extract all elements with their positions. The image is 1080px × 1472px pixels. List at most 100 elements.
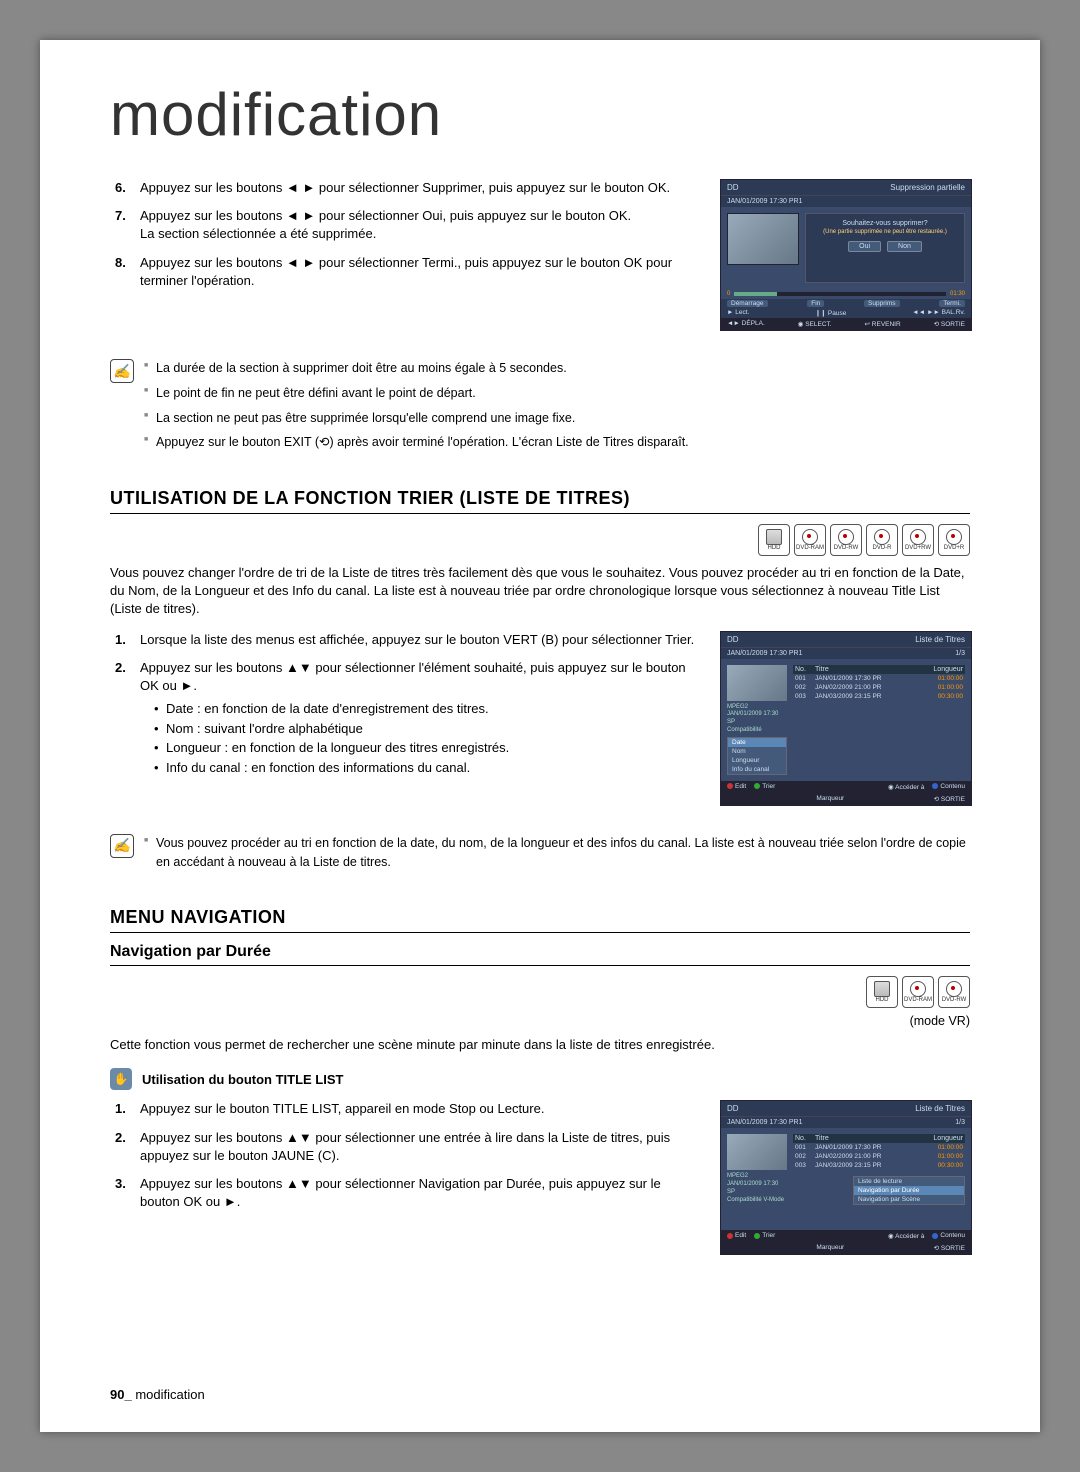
osd-fin[interactable]: Fin xyxy=(807,300,824,307)
step-6-text: Appuyez sur les boutons ◄ ► pour sélecti… xyxy=(140,180,670,195)
osd-pause: ❙❙ Pause xyxy=(815,309,846,317)
osd3-menu-liste[interactable]: Liste de lecture xyxy=(854,1177,964,1186)
osd-sortie: ⟲ SORTIE xyxy=(934,320,965,328)
osd3-side5b: V-Mode xyxy=(763,1197,784,1203)
osd3-side1: MPEG2 xyxy=(727,1173,787,1181)
trier-intro: Vous pouvez changer l'ordre de tri de la… xyxy=(110,564,970,619)
osd3-title: Liste de Titres xyxy=(915,1104,965,1113)
trier-step-2: Appuyez sur les boutons ▲▼ pour sélectio… xyxy=(140,659,700,777)
osd2-r1-long: 01:00:00 xyxy=(923,675,963,682)
osd-revenir: ↩ REVENIR xyxy=(865,320,901,328)
disc-dvdpr-icon: DVD+R xyxy=(938,524,970,556)
osd-dialog: Souhaitez-vous supprimer? (Une partie su… xyxy=(805,213,965,283)
disc-hdd-label: HDD xyxy=(768,545,781,551)
step-6: Appuyez sur les boutons ◄ ► pour sélecti… xyxy=(140,179,700,197)
osd3-row-1[interactable]: 001 JAN/01/2009 17:30 PR 01:00:00 xyxy=(793,1143,965,1152)
osd-yes-button[interactable]: Oui xyxy=(848,241,881,252)
osd3-side: MPEG2 JAN/01/2009 17:30 SP Compatibilité… xyxy=(727,1134,787,1224)
osd3-a-label: Edit xyxy=(735,1232,746,1239)
disc-hdd-label-2: HDD xyxy=(876,997,889,1003)
osd-liste-trier: DD Liste de Titres JAN/01/2009 17:30 PR1… xyxy=(720,631,972,806)
osd3-r3-titre: JAN/03/2009 23:15 PR xyxy=(815,1162,923,1169)
osd3-row-3[interactable]: 003 JAN/03/2009 23:15 PR 00:30:00 xyxy=(793,1161,965,1170)
steps-col: Appuyez sur les boutons ◄ ► pour sélecti… xyxy=(110,179,700,339)
osd2-row-2[interactable]: 002 JAN/02/2009 21:00 PR 01:00:00 xyxy=(793,683,965,692)
osd3-head-no: No. xyxy=(795,1135,815,1142)
osd2-acceder: ◉ Accéder à xyxy=(888,783,924,791)
osd3-row-2[interactable]: 002 JAN/02/2009 21:00 PR 01:00:00 xyxy=(793,1152,965,1161)
menu-step-2: Appuyez sur les boutons ▲▼ pour sélectio… xyxy=(140,1129,700,1165)
menu-steps: Appuyez sur le bouton TITLE LIST, appare… xyxy=(140,1100,700,1211)
step-7-subtext: La section sélectionnée a été supprimée. xyxy=(140,226,376,241)
menu-step-1-text: Appuyez sur le bouton TITLE LIST, appare… xyxy=(140,1101,544,1116)
osd-thumbnail xyxy=(727,213,799,265)
osd-no-button[interactable]: Non xyxy=(887,241,922,252)
osd-termi[interactable]: Termi. xyxy=(939,300,965,307)
osd2-spacer xyxy=(783,783,880,791)
menu-intro: Cette fonction vous permet de rechercher… xyxy=(110,1036,970,1054)
osd-progress: 0 01:30 xyxy=(721,289,971,299)
osd3-list: No. Titre Longueur 001 JAN/01/2009 17:30… xyxy=(793,1134,965,1224)
step-8: Appuyez sur les boutons ◄ ► pour sélecti… xyxy=(140,254,700,290)
osd-play-row: ► Lect. ❙❙ Pause ◄◄ ►► BAL.Rv. xyxy=(721,308,971,318)
osd2-menu-longueur[interactable]: Longueur xyxy=(728,756,786,765)
osd3-a: Edit xyxy=(727,1232,746,1240)
osd2-row-3[interactable]: 003 JAN/03/2009 23:15 PR 00:30:00 xyxy=(793,692,965,701)
osd-demarrage[interactable]: Démarrage xyxy=(727,300,768,307)
osd2-r3-no: 003 xyxy=(795,693,815,700)
osd3-acceder: ◉ Accéder à xyxy=(888,1232,924,1240)
osd3-menu-scene[interactable]: Navigation par Scène xyxy=(854,1195,964,1204)
osd-title: Suppression partielle xyxy=(890,183,965,192)
disc-dvdrw-label: DVD-RW xyxy=(834,545,859,551)
menu-steps-col: Appuyez sur le bouton TITLE LIST, appare… xyxy=(110,1100,700,1263)
osd3-body: MPEG2 JAN/01/2009 17:30 SP Compatibilité… xyxy=(721,1128,971,1230)
mode-vr-label: (mode VR) xyxy=(110,1014,970,1028)
menu-step-3: Appuyez sur les boutons ▲▼ pour sélectio… xyxy=(140,1175,700,1211)
osd2-marqueur: Marqueur xyxy=(816,795,844,803)
osd2-list-head: No. Titre Longueur xyxy=(793,665,965,674)
osd2-row-1[interactable]: 001 JAN/01/2009 17:30 PR 01:00:00 xyxy=(793,674,965,683)
disc-row-trier: HDD DVD-RAM DVD-RW DVD-R DVD+RW DVD+R xyxy=(110,524,970,556)
osd2-footer: Marqueur ⟲ SORTIE xyxy=(721,793,971,805)
osd2-side: MPEG2 JAN/01/2009 17:30 SP Compatibilité… xyxy=(727,665,787,775)
osd2-sortie: ⟲ SORTIE xyxy=(934,795,965,803)
page-title: modification xyxy=(110,80,970,149)
disc-dvdr-label: DVD-R xyxy=(873,545,892,551)
osd2-r2-long: 01:00:00 xyxy=(923,684,963,691)
page-footer-text: modification xyxy=(135,1387,204,1402)
osd-suppr[interactable]: Supprims xyxy=(864,300,899,307)
osd3-r1-titre: JAN/01/2009 17:30 PR xyxy=(815,1144,923,1151)
step-7-text: Appuyez sur les boutons ◄ ► pour sélecti… xyxy=(140,208,631,223)
osd-src: DD xyxy=(727,183,739,192)
osd3-sideinfo: MPEG2 JAN/01/2009 17:30 SP Compatibilité… xyxy=(727,1173,787,1204)
title-list-label: Utilisation du bouton TITLE LIST xyxy=(142,1072,343,1087)
osd2-body: MPEG2 JAN/01/2009 17:30 SP Compatibilité… xyxy=(721,659,971,781)
osd3-menu-duree[interactable]: Navigation par Durée xyxy=(854,1186,964,1195)
osd2-sort-menu[interactable]: Date Nom Longueur Info du canal xyxy=(727,737,787,775)
osd2-src: DD xyxy=(727,635,739,644)
osd2-menu-date[interactable]: Date xyxy=(728,738,786,747)
disc-dvdrw-icon: DVD-RW xyxy=(830,524,862,556)
disc-dvdpr-label: DVD+R xyxy=(944,545,965,551)
trier-step-1: Lorsque la liste des menus est affichée,… xyxy=(140,631,700,649)
osd-bal: ◄◄ ►► BAL.Rv. xyxy=(912,309,965,317)
note-a-4: Appuyez sur le bouton EXIT (⟲) après avo… xyxy=(144,433,689,452)
trier-step-2-text: Appuyez sur les boutons ▲▼ pour sélectio… xyxy=(140,660,686,693)
osd2-sub: JAN/01/2009 17:30 PR1 1/3 xyxy=(721,647,971,659)
osd3-nav-menu[interactable]: Liste de lecture Navigation par Durée Na… xyxy=(853,1176,965,1205)
osd3-page: 1/3 xyxy=(955,1119,965,1126)
osd-header: DD Suppression partielle xyxy=(721,180,971,195)
disc-row-menu: HDD DVD-RAM DVD-RW xyxy=(110,976,970,1008)
osd-lect: ► Lect. xyxy=(727,309,749,317)
osd2-r1-titre: JAN/01/2009 17:30 PR xyxy=(815,675,923,682)
osd-action-row: Démarrage Fin Supprims Termi. xyxy=(721,299,971,308)
note-box-a: ✍ La durée de la section à supprimer doi… xyxy=(110,359,970,458)
osd2-header: DD Liste de Titres xyxy=(721,632,971,647)
osd2-menu-info[interactable]: Info du canal xyxy=(728,765,786,774)
note-box-b: ✍ Vous pouvez procéder au tri en fonctio… xyxy=(110,834,970,878)
osd2-menu-nom[interactable]: Nom xyxy=(728,747,786,756)
osd-time-start: 0 xyxy=(727,291,730,297)
osd3-d: Contenu xyxy=(932,1232,965,1240)
osd3-side3: SP xyxy=(727,1189,787,1197)
disc-dvdram-label: DVD-RAM xyxy=(796,545,824,551)
